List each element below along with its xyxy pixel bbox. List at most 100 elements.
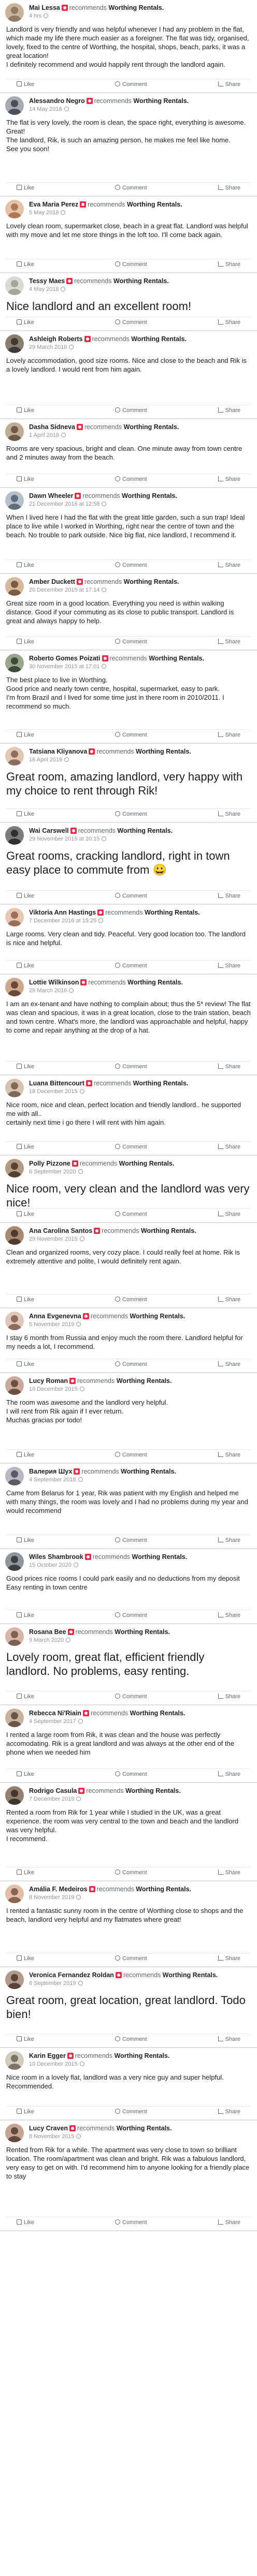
page-link[interactable]: Worthing Rentals.: [117, 2125, 172, 2132]
reviewer-name[interactable]: Dasha Sidneva: [29, 423, 75, 431]
comment-button[interactable]: Comment: [115, 476, 147, 482]
page-link[interactable]: Worthing Rentals.: [127, 979, 183, 986]
like-button[interactable]: Like: [17, 319, 34, 326]
reviewer-name[interactable]: Roberto Gomes Poizati: [29, 655, 101, 662]
avatar[interactable]: [5, 1885, 24, 1903]
avatar[interactable]: [5, 1079, 24, 1097]
like-button[interactable]: Like: [17, 1694, 34, 1700]
comment-button[interactable]: Comment: [115, 1955, 147, 1962]
review-date-text[interactable]: 10 December 2015: [29, 1386, 78, 1392]
reviewer-name[interactable]: Eva Maria Perez: [29, 201, 78, 208]
share-button[interactable]: Share: [218, 1612, 240, 1618]
review-date-text[interactable]: 9 March 2020: [29, 1637, 64, 1643]
comment-button[interactable]: Comment: [115, 893, 147, 899]
share-button[interactable]: Share: [218, 2036, 240, 2042]
avatar[interactable]: [5, 2051, 24, 2070]
review-date[interactable]: 16 April 2016: [29, 757, 69, 763]
share-button[interactable]: Share: [218, 732, 240, 738]
reviewer-name[interactable]: Tatsiana Kliyanova: [29, 748, 87, 755]
review-date[interactable]: 29 March 2018: [29, 344, 74, 350]
comment-button[interactable]: Comment: [115, 811, 147, 817]
comment-button[interactable]: Comment: [115, 261, 147, 268]
comment-button[interactable]: Comment: [115, 407, 147, 414]
reviewer-name[interactable]: Dawn Wheeler: [29, 492, 73, 499]
avatar[interactable]: [5, 908, 24, 926]
page-link[interactable]: Worthing Rentals.: [132, 1553, 188, 1561]
review-date[interactable]: 8 November 2019: [29, 1894, 81, 1901]
avatar[interactable]: [5, 1627, 24, 1646]
reviewer-name[interactable]: Rodrigo Casula: [29, 1787, 77, 1794]
review-date[interactable]: 7 December 2016 at 15:25: [29, 918, 104, 924]
comment-button[interactable]: Comment: [115, 639, 147, 645]
page-link[interactable]: Worthing Rentals.: [131, 335, 187, 343]
share-button[interactable]: Share: [218, 1771, 240, 1777]
like-button[interactable]: Like: [17, 2109, 34, 2115]
reviewer-name[interactable]: Валерия Шух: [29, 1468, 72, 1475]
like-button[interactable]: Like: [17, 407, 34, 414]
avatar[interactable]: [5, 1467, 24, 1485]
comment-button[interactable]: Comment: [115, 1064, 147, 1070]
review-date[interactable]: 20 December 2015 at 17:14: [29, 587, 107, 593]
like-button[interactable]: Like: [17, 1064, 34, 1070]
like-button[interactable]: Like: [17, 81, 34, 87]
review-date-text[interactable]: 15 October 2020: [29, 1562, 72, 1568]
page-link[interactable]: Worthing Rentals.: [163, 1971, 218, 1979]
share-button[interactable]: Share: [218, 185, 240, 191]
review-date-text[interactable]: 4 May 2018: [29, 286, 59, 292]
avatar[interactable]: [5, 1226, 24, 1245]
like-button[interactable]: Like: [17, 2219, 34, 2226]
page-link[interactable]: Worthing Rentals.: [145, 909, 200, 916]
like-button[interactable]: Like: [17, 1452, 34, 1458]
like-button[interactable]: Like: [17, 261, 34, 268]
avatar[interactable]: [5, 1786, 24, 1805]
reviewer-name[interactable]: Ana Carolina Santos: [29, 1227, 92, 1234]
share-button[interactable]: Share: [218, 562, 240, 568]
review-date[interactable]: 5 May 2018: [29, 210, 66, 216]
review-date-text[interactable]: 8 November 2015: [29, 2133, 74, 2140]
comment-button[interactable]: Comment: [115, 1211, 147, 1217]
avatar[interactable]: [5, 1970, 24, 1989]
comment-button[interactable]: Comment: [115, 1361, 147, 1367]
like-button[interactable]: Like: [17, 185, 34, 191]
like-button[interactable]: Like: [17, 2036, 34, 2042]
page-link[interactable]: Worthing Rentals.: [136, 748, 191, 755]
comment-button[interactable]: Comment: [115, 1297, 147, 1303]
share-button[interactable]: Share: [218, 1211, 240, 1217]
review-date[interactable]: 18 December 2015: [29, 1088, 84, 1095]
like-button[interactable]: Like: [17, 963, 34, 969]
avatar[interactable]: [5, 334, 24, 353]
like-button[interactable]: Like: [17, 639, 34, 645]
review-date-text[interactable]: 10 December 2015: [29, 2061, 78, 2067]
comment-button[interactable]: Comment: [115, 1771, 147, 1777]
review-date-text[interactable]: 6 September 2019: [29, 1980, 76, 1986]
avatar[interactable]: [5, 1552, 24, 1571]
like-button[interactable]: Like: [17, 1297, 34, 1303]
review-date-text[interactable]: 29 November 2015 at 20:15: [29, 836, 99, 842]
like-button[interactable]: Like: [17, 562, 34, 568]
reviewer-name[interactable]: Rosana Bee: [29, 1628, 66, 1636]
like-button[interactable]: Like: [17, 1211, 34, 1217]
avatar[interactable]: [5, 491, 24, 510]
page-link[interactable]: Worthing Rentals.: [133, 97, 189, 105]
reviewer-name[interactable]: Rebecca Ni'Riain: [29, 1710, 81, 1717]
reviewer-name[interactable]: Alessandro Negro: [29, 97, 85, 105]
share-button[interactable]: Share: [218, 2219, 240, 2226]
comment-button[interactable]: Comment: [115, 1452, 147, 1458]
review-date[interactable]: 29 November 2015: [29, 1236, 84, 1242]
review-date[interactable]: 29 November 2015 at 20:15: [29, 836, 107, 842]
avatar[interactable]: [5, 577, 24, 596]
review-date[interactable]: 6 September 2019: [29, 1980, 83, 1986]
review-date-text[interactable]: 30 November 2015 at 17:01: [29, 664, 99, 670]
share-button[interactable]: Share: [218, 1870, 240, 1876]
review-date[interactable]: 4 May 2018: [29, 286, 66, 292]
review-date-text[interactable]: 21 December 2016 at 12:58: [29, 501, 99, 507]
like-button[interactable]: Like: [17, 1612, 34, 1618]
avatar[interactable]: [5, 1159, 24, 1177]
review-date[interactable]: 4 hrs: [29, 13, 49, 19]
review-date[interactable]: 6 September 2020: [29, 1169, 83, 1175]
page-link[interactable]: Worthing Rentals.: [127, 201, 182, 208]
page-link[interactable]: Worthing Rentals.: [109, 4, 164, 11]
comment-button[interactable]: Comment: [115, 1694, 147, 1700]
avatar[interactable]: [5, 276, 24, 295]
avatar[interactable]: [5, 1376, 24, 1395]
